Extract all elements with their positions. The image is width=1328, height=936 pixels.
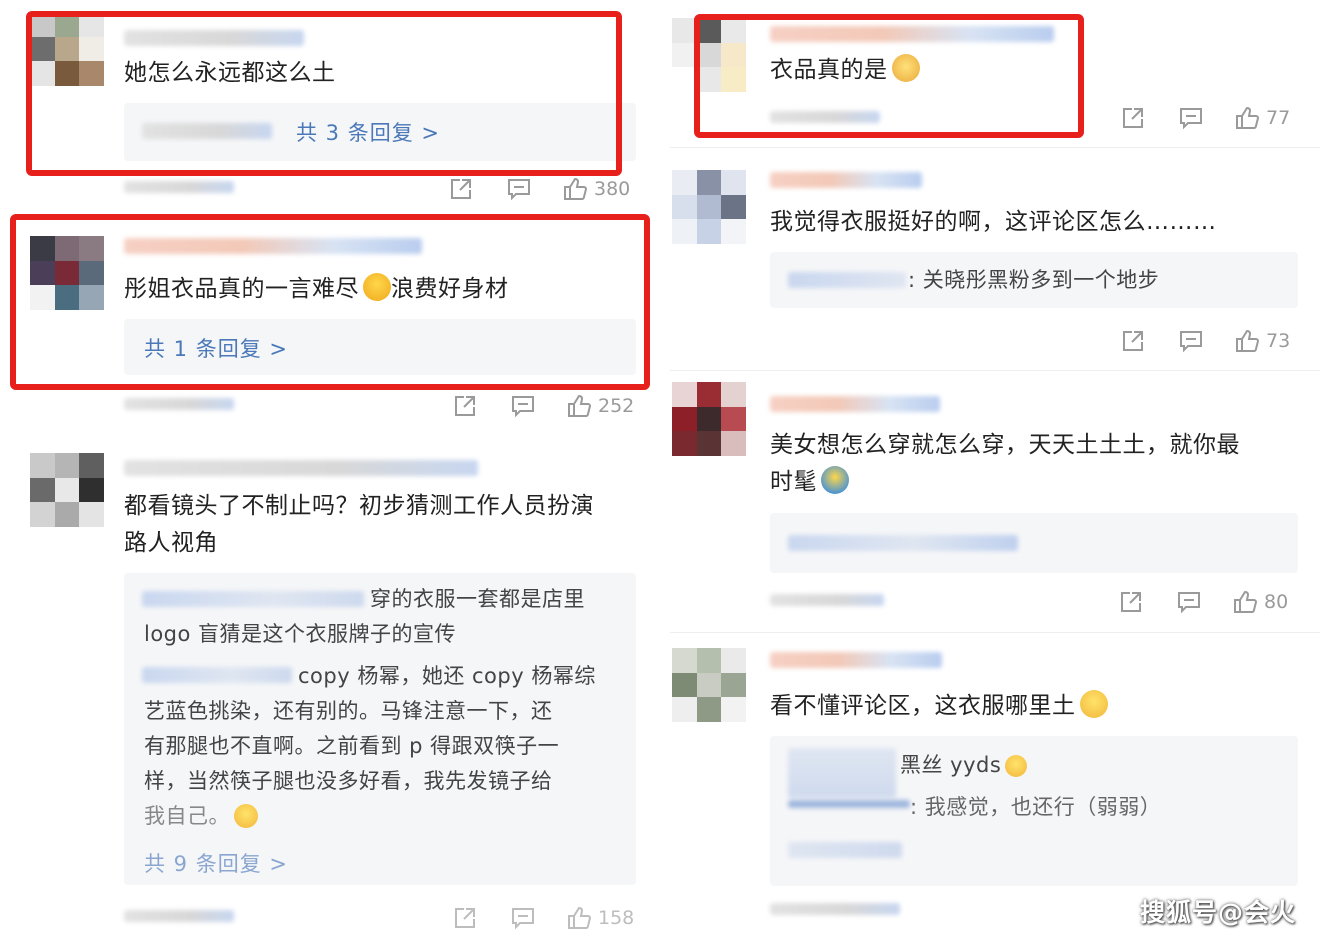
comment-text-line1: 都看镜头了不制止吗？初步猜测工作人员扮演 — [124, 493, 594, 519]
reply-text: copy 杨幂，她还 copy 杨幂综 — [298, 664, 596, 688]
comment-icon[interactable] — [510, 393, 536, 419]
comment-text: 看不懂评论区，这衣服哪里土 — [770, 688, 1108, 724]
reply-box: : 关晓彤黑粉多到一个地步 — [770, 252, 1298, 308]
comment-actions: 80 — [1118, 586, 1288, 618]
username-blurred[interactable] — [124, 460, 478, 476]
divider — [670, 632, 1320, 633]
reply-box: 黑丝 yyds : 我感觉，也还行（弱弱） — [770, 736, 1298, 886]
emoji-icon — [234, 804, 258, 828]
reply-username-blurred — [788, 748, 896, 798]
emoji-icon — [1005, 755, 1028, 777]
view-replies-link[interactable]: 共 9 条回复 > — [144, 848, 288, 878]
comment-text: 我觉得衣服挺好的啊，这评论区怎么……… — [770, 209, 1217, 235]
reply-text-end: 我自己。 — [144, 804, 230, 828]
like-icon[interactable] — [566, 905, 592, 931]
username-blurred[interactable] — [770, 172, 922, 188]
reply-text: 黑丝 yyds — [900, 748, 1028, 783]
like-icon[interactable] — [1234, 105, 1260, 131]
like-icon[interactable] — [1234, 328, 1260, 354]
comment-icon[interactable] — [1178, 105, 1204, 131]
avatar[interactable] — [672, 648, 746, 722]
reply-text: 穿的衣服一套都是店里 — [370, 587, 585, 611]
highlight-box — [26, 11, 622, 176]
reply-text: logo 盲猜是这个衣服牌子的宣传 — [144, 622, 457, 646]
share-icon[interactable] — [448, 176, 474, 202]
comment-icon[interactable] — [506, 176, 532, 202]
reply-text: 有那腿也不直啊。之前看到 p 得跟双筷子一 — [144, 734, 560, 758]
like-count: 158 — [598, 907, 635, 929]
comment-text-end: 时髦 — [770, 469, 817, 495]
username-blurred[interactable] — [770, 652, 942, 668]
like-icon[interactable] — [566, 393, 592, 419]
reply-box — [770, 513, 1298, 573]
timestamp-blurred — [124, 910, 234, 922]
reply-username-blurred — [142, 591, 364, 607]
avatar[interactable] — [672, 170, 746, 244]
reply-text: : 关晓彤黑粉多到一个地步 — [908, 268, 1160, 292]
divider — [670, 147, 1320, 148]
avatar[interactable] — [672, 382, 746, 456]
like-count: 80 — [1264, 591, 1289, 613]
comment-text-line1: 美女想怎么穿就怎么穿，天天土土土，就你最 — [770, 432, 1240, 458]
reply-username-blurred — [788, 535, 1018, 551]
reply-box: 穿的衣服一套都是店里 logo 盲猜是这个衣服牌子的宣传 copy 杨幂，她还 … — [124, 573, 636, 885]
comment-actions: 252 — [452, 390, 634, 422]
like-count: 252 — [598, 395, 635, 417]
avatar[interactable] — [30, 453, 104, 527]
like-count: 73 — [1266, 330, 1291, 352]
timestamp-blurred — [124, 398, 234, 410]
comment-icon[interactable] — [1178, 328, 1204, 354]
reply-text-part1: 黑丝 yyds — [900, 753, 1002, 777]
timestamp-blurred — [124, 181, 234, 193]
share-icon[interactable] — [1120, 105, 1146, 131]
like-count: 77 — [1266, 107, 1291, 129]
like-count: 380 — [594, 178, 631, 200]
username-blurred[interactable] — [770, 396, 940, 412]
like-icon[interactable] — [562, 176, 588, 202]
share-icon[interactable] — [1118, 589, 1144, 615]
timestamp-blurred — [770, 903, 900, 915]
share-icon[interactable] — [452, 905, 478, 931]
comment-actions: 158 — [452, 902, 634, 934]
divider — [670, 370, 1320, 371]
like-icon[interactable] — [1232, 589, 1258, 615]
reply-username-blurred — [788, 800, 910, 808]
reply-username-blurred — [788, 272, 906, 288]
surprised-emoji-icon — [1079, 690, 1108, 718]
comment-actions: 380 — [448, 173, 630, 205]
comment-text-line2: 路人视角 — [124, 530, 218, 556]
comment-actions: 77 — [1120, 102, 1290, 134]
highlight-box — [694, 14, 1084, 138]
highlight-box — [10, 214, 650, 390]
comment-text-part1: 看不懂评论区，这衣服哪里土 — [770, 693, 1076, 719]
share-icon[interactable] — [452, 393, 478, 419]
reply-username-blurred — [142, 667, 292, 683]
reply-text: 艺蓝色挑染，还有别的。马锋注意一下，还 — [144, 699, 553, 723]
share-icon[interactable] — [1120, 328, 1146, 354]
timestamp-blurred — [770, 594, 884, 606]
comment-text-line2: 时髦 — [770, 464, 849, 500]
watermark: 搜狐号@会火 — [1140, 898, 1297, 927]
reply-text: : 我感觉，也还行（弱弱） — [910, 795, 1162, 819]
hug-emoji-icon — [821, 466, 849, 494]
reply-text: 样，当然筷子腿也没多好看，我先发镜子给 — [144, 769, 553, 793]
reply-username-blurred — [788, 842, 902, 858]
comment-icon[interactable] — [510, 905, 536, 931]
comment-icon[interactable] — [1176, 589, 1202, 615]
reply-text: 我自己。 — [144, 799, 258, 834]
comment-actions: 73 — [1120, 325, 1290, 357]
